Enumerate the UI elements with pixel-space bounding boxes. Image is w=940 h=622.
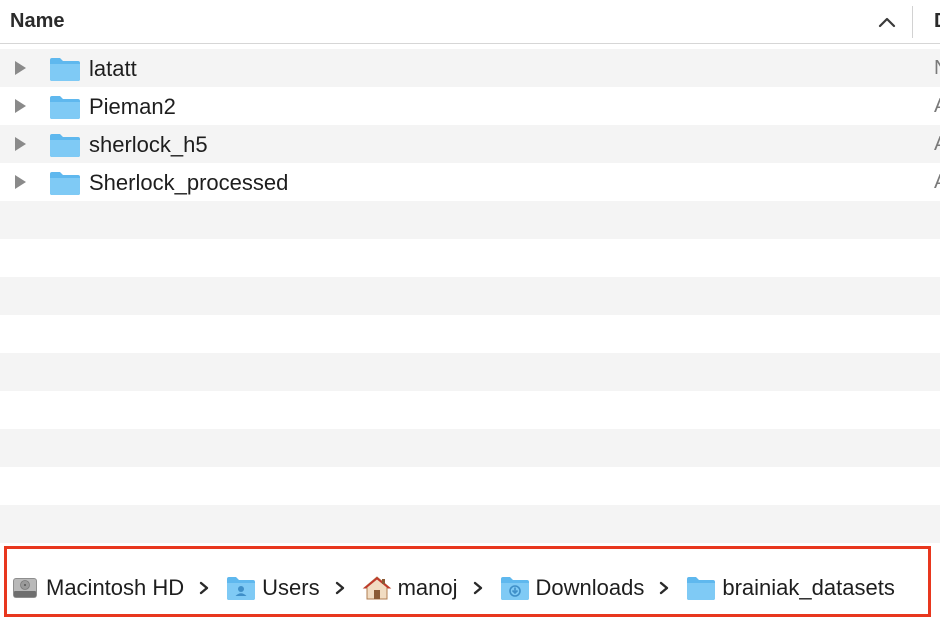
folder-icon [50,96,80,119]
chevron-right-icon [335,581,344,595]
file-name: latatt [89,56,137,81]
file-name: Sherlock_processed [89,170,289,195]
empty-row [0,429,940,467]
disclosure-triangle-icon[interactable] [12,60,28,76]
list-item[interactable]: sherlock_h5 A [0,125,940,163]
crumb-label: Users [262,575,320,600]
chevron-right-icon [660,581,669,595]
date-cell: A [934,133,940,156]
date-cell: A [934,95,940,118]
crumb-macintosh-hd[interactable]: Macintosh HD [10,568,184,608]
crumb-label: manoj [397,575,458,600]
list-item[interactable]: Sherlock_processed A [0,163,940,201]
empty-row [0,505,940,543]
crumb-label: Macintosh HD [46,575,185,600]
crumb-downloads[interactable]: Downloads [500,568,645,608]
chevron-right-icon [473,581,482,595]
hard-drive-icon [13,578,37,598]
chevron-right-icon [199,581,209,595]
empty-row [0,201,940,239]
list-item[interactable]: latatt N [0,49,940,87]
empty-row [0,277,940,315]
folder-icon [687,577,716,600]
file-name: Pieman2 [89,94,176,119]
path-bar: Macintosh HD Users manoj Downloads brain… [0,544,940,622]
disclosure-triangle-icon[interactable] [12,98,28,114]
users-folder-icon [227,577,256,600]
empty-row [0,353,940,391]
folder-icon [50,134,80,157]
empty-row [0,239,940,277]
date-column-header[interactable]: D [934,10,940,33]
breadcrumb: Macintosh HD Users manoj Downloads brain… [10,564,895,612]
file-list: latatt N Pieman2 A sherlock_h5 A Sherloc… [0,49,940,543]
folder-icon [50,172,80,195]
empty-row [0,391,940,429]
column-header: Name D [0,0,940,44]
crumb-brainiak-datasets[interactable]: brainiak_datasets [686,568,895,608]
empty-row [0,315,940,353]
name-column-header[interactable]: Name [10,10,64,33]
home-icon [362,576,391,600]
folder-icon [50,58,80,81]
empty-row [0,467,940,505]
date-cell: N [934,57,940,80]
downloads-folder-icon [500,577,529,600]
crumb-users[interactable]: Users [226,568,320,608]
date-cell: A [934,171,940,194]
file-name: sherlock_h5 [89,132,208,157]
disclosure-triangle-icon[interactable] [12,136,28,152]
disclosure-triangle-icon[interactable] [12,174,28,190]
crumb-label: Downloads [535,575,645,600]
crumb-manoj[interactable]: manoj [362,568,458,608]
crumb-label: brainiak_datasets [722,575,895,600]
column-divider[interactable] [912,6,913,38]
sort-ascending-icon[interactable] [876,12,898,32]
list-item[interactable]: Pieman2 A [0,87,940,125]
